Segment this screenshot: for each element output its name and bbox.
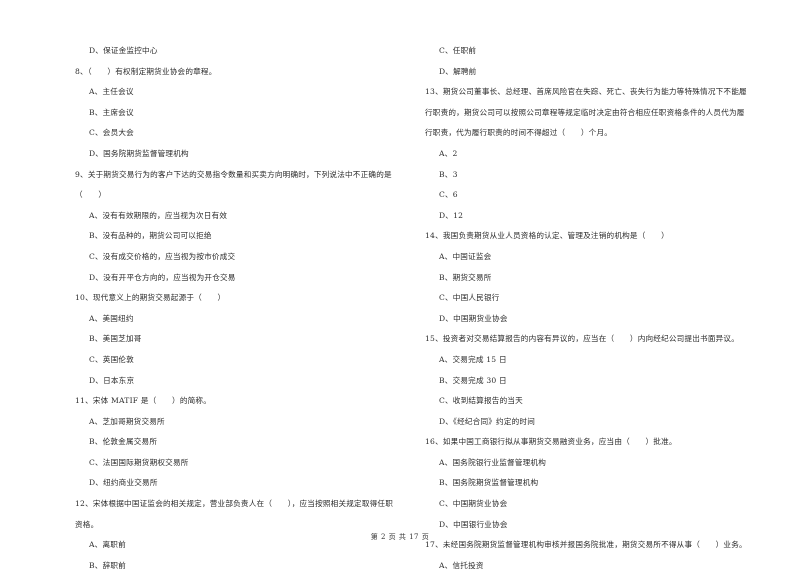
answer-option: A、交易完成 15 日 [439, 354, 507, 364]
question-text: 13、期货公司董事长、总经理、首席风险官在失踪、死亡、丧失行为能力等特殊情况下不… [425, 87, 747, 97]
answer-option: D、12 [439, 210, 464, 220]
answer-option: B、交易完成 30 日 [439, 375, 507, 385]
answer-option: C、中国人民银行 [439, 293, 500, 303]
answer-option: B、主席会议 [89, 107, 134, 117]
answer-option: B、国务院期货监督管理机构 [439, 478, 539, 488]
answer-option: A、没有有效期限的，应当视为次日有效 [89, 210, 228, 220]
question-text: 14、我国负责期货从业人员资格的认定、管理及注销的机构是（ ） [425, 231, 669, 241]
document-page: D、保证金监控中心 8、（ ）有权制定期货业协会的章程。 A、主任会议 B、主席会议 C… [0, 0, 800, 570]
right-column: C、任职前 D、解聘前 13、期货公司董事长、总经理、首席风险官在失踪、死亡、丧失行… [425, 41, 770, 576]
answer-option: B、辞职前 [89, 560, 126, 570]
question-text: 16、如果中国工商银行拟从事期货交易融资业务，应当由（ ）批准。 [425, 437, 677, 447]
answer-option: D、日本东京 [89, 375, 135, 385]
answer-option: C、英国伦敦 [89, 354, 134, 364]
answer-option: A、信托投资 [439, 560, 484, 570]
answer-option: C、收到结算报告的当天 [439, 396, 523, 406]
question-text: 行职责的，期货公司可以按照公司章程等规定临时决定由符合相应任职资格条件的人员代为… [425, 107, 745, 117]
left-column: D、保证金监控中心 8、（ ）有权制定期货业协会的章程。 A、主任会议 B、主席会议 C… [75, 41, 405, 576]
answer-option: C、没有成交价格的，应当视为按市价成交 [89, 251, 236, 261]
answer-option: B、没有品种的，期货公司可以拒绝 [89, 231, 212, 241]
question-text: 15、投资者对交易结算报告的内容有异议的，应当在（ ）内向经纪公司提出书面异议。 [425, 334, 740, 344]
answer-option: D、《经纪合同》约定的时间 [439, 416, 536, 426]
answer-option: C、中国期货业协会 [439, 499, 508, 509]
question-text: 10、现代意义上的期货交易起源于（ ） [75, 293, 226, 303]
answer-option: A、主任会议 [89, 87, 134, 97]
answer-option: D、纽约商业交易所 [89, 478, 158, 488]
answer-option: A、美国纽约 [89, 313, 134, 323]
answer-option: A、芝加哥期货交易所 [89, 416, 165, 426]
question-text: （ ） [75, 190, 107, 200]
answer-option: B、3 [439, 169, 458, 179]
question-text: 11、宋体 MATIF 是（ ）的简称。 [75, 396, 211, 406]
question-text: 12、宋体根据中国证监会的相关规定，营业部负责人在（ ），应当按照相关规定取得任… [75, 499, 394, 509]
answer-option: C、任职前 [439, 46, 477, 55]
answer-option: C、6 [439, 190, 458, 200]
question-text: 9、关于期货交易行为的客户下达的交易指令数量和买卖方向明确时，下列说法中不正确的… [75, 169, 392, 179]
question-text: 行职责，代为履行职责的时间不得超过（ ）个月。 [425, 128, 613, 138]
answer-option: A、中国证监会 [439, 251, 492, 261]
answer-option: A、国务院银行业监督管理机构 [439, 457, 547, 467]
answer-option: D、保证金监控中心 [89, 46, 158, 55]
answer-option: A、2 [439, 148, 458, 158]
question-text: 8、（ ）有权制定期货业协会的章程。 [75, 66, 217, 76]
answer-option: C、会员大会 [89, 128, 134, 138]
answer-option: B、期货交易所 [439, 272, 492, 282]
answer-option: B、美国芝加哥 [89, 334, 142, 344]
answer-option: C、法国国际期货期权交易所 [89, 457, 189, 467]
answer-option: D、国务院期货监督管理机构 [89, 148, 189, 158]
answer-option: D、解聘前 [439, 66, 477, 76]
answer-option: D、中国期货业协会 [439, 313, 508, 323]
answer-option: B、伦敦金属交易所 [89, 437, 158, 447]
answer-option: D、没有开平仓方向的，应当视为开仓交易 [89, 272, 236, 282]
page-footer: 第 2 页 共 17 页 [370, 533, 430, 541]
